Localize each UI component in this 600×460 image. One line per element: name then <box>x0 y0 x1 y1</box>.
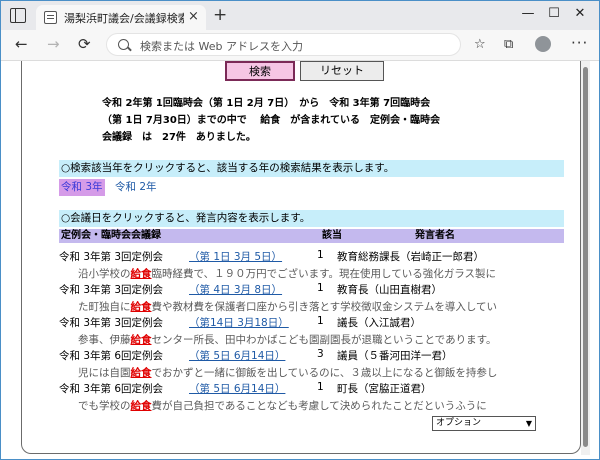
snippet-pre: た町独自に <box>78 301 131 313</box>
meeting-date-link[interactable]: （第 4日 3月 8日） <box>189 282 282 297</box>
refresh-icon[interactable]: ⟳ <box>78 35 91 53</box>
snippet-pre: でも学校の <box>78 400 131 412</box>
meeting-name: 令和 3年第 6回定例会 <box>59 350 164 362</box>
result-snippet: た町独自に給食費や教材費を保護者口座から引き落とす学校徴収金システムを導入してい <box>78 299 564 314</box>
header-applicable: 該当 <box>322 230 342 241</box>
hit-count: 3 <box>317 348 324 360</box>
new-tab-icon[interactable]: + <box>213 6 227 24</box>
summary-line-3: 会議録 は 27件 ありました。 <box>102 132 256 143</box>
speaker-name: 町長（宮脇正道君） <box>337 383 432 395</box>
result-snippet: 沿小学校の給食臨時経費で、１９０万円でございます。現在使用している強化ガラス製に <box>78 266 564 281</box>
page-content: 検索 リセット 令和 2年第 1回臨時会（第 1日 2月 7日） から 令和 3… <box>21 61 581 454</box>
speaker-name: 教育長（山田直樹君） <box>337 284 442 296</box>
speaker-name: 議員（５番河田洋一君） <box>337 350 453 362</box>
browser-toolbar: ← → ⟳ 検索または Web アドレスを入力 ☆ ⧉ ··· <box>1 30 599 61</box>
page-favicon-icon <box>44 11 57 24</box>
browser-window: 湯梨浜町議会/会議録検索システム × + —☐✕ ← → ⟳ 検索または Web… <box>0 0 600 460</box>
collections-icon[interactable]: ⧉ <box>504 37 513 52</box>
meeting-date-link[interactable]: （第 5日 6月14日） <box>189 348 285 363</box>
profile-avatar[interactable] <box>535 36 551 52</box>
meeting-date-link[interactable]: （第 1日 3月 5日） <box>189 249 282 264</box>
keyword-highlight: 給食 <box>130 367 152 379</box>
meeting-date-link[interactable]: （第 5日 6月14日） <box>189 381 285 396</box>
meeting-date-link[interactable]: （第14日 3月18日） <box>189 315 289 330</box>
tab-actions-icon[interactable] <box>10 8 26 23</box>
back-icon[interactable]: ← <box>15 35 28 53</box>
keyword-highlight: 給食 <box>130 334 152 346</box>
year-link-reiwa3[interactable]: 令和 3年 <box>59 179 105 196</box>
year-instruction: ○検索該当年をクリックすると、該当する年の検索結果を表示します。 <box>59 160 564 177</box>
keyword-highlight: 給食 <box>130 400 152 412</box>
snippet-post: 臨時経費で、１９０万円でございます。現在使用している強化ガラス製に <box>151 268 497 280</box>
hit-count: 1 <box>317 315 324 327</box>
snippet-post: センター所長、田中わかばこども園副園長が退職ということであります。 <box>151 334 497 346</box>
hit-count: 1 <box>317 381 324 393</box>
summary-line-1: 令和 2年第 1回臨時会（第 1日 2月 7日） から 令和 3年第 7回臨時会 <box>102 98 431 109</box>
tab-title: 湯梨浜町議会/会議録検索システム <box>64 12 184 25</box>
header-meeting: 定例会・臨時会会議録 <box>61 230 161 241</box>
tab-strip: 湯梨浜町議会/会議録検索システム × + —☐✕ <box>1 1 599 30</box>
menu-icon[interactable]: ··· <box>571 34 588 52</box>
keyword-highlight: 給食 <box>130 268 152 280</box>
meeting-name: 令和 3年第 3回定例会 <box>59 251 164 263</box>
snippet-pre: 沿小学校の <box>78 268 131 280</box>
tab-close-icon[interactable]: × <box>188 9 199 24</box>
maximize-icon[interactable]: ☐ <box>541 6 567 21</box>
result-snippet: 児には自園給食でおかずと一緒に御飯を出しているのに、３歳以上になると御飯を持参し <box>78 365 564 380</box>
day-instruction: ○会議日をクリックすると、発言内容を表示します。 <box>59 210 564 227</box>
snippet-pre: 参事、伊藤 <box>78 334 131 346</box>
address-bar[interactable]: 検索または Web アドレスを入力 <box>106 33 461 56</box>
meeting-name: 令和 3年第 3回定例会 <box>59 317 164 329</box>
summary-line-2: （第 1日 7月30日）までの中で 給食 が含まれている 定例会・臨時会 <box>102 115 440 126</box>
result-snippet: 参事、伊藤給食センター所長、田中わかばこども園副園長が退職ということであります。 <box>78 332 564 347</box>
snippet-post: 費や教材費を保護者口座から引き落とす学校徴収金システムを導入してい <box>151 301 498 313</box>
speaker-name: 議長（入江誠君） <box>337 317 421 329</box>
chevron-down-icon: ▼ <box>525 419 532 428</box>
meeting-name: 令和 3年第 6回定例会 <box>59 383 164 395</box>
search-icon <box>118 39 129 50</box>
hit-count: 1 <box>317 249 324 261</box>
forward-icon[interactable]: → <box>47 35 60 53</box>
snippet-post: 費が自己負担であることなども考慮して決められたことだというふうに <box>151 400 487 412</box>
minimize-icon[interactable]: — <box>515 6 541 21</box>
result-snippet: でも学校の給食費が自己負担であることなども考慮して決められたことだというふうに <box>78 398 564 413</box>
reset-button[interactable]: リセット <box>300 61 384 81</box>
hit-count: 1 <box>317 282 324 294</box>
meeting-name: 令和 3年第 3回定例会 <box>59 284 164 296</box>
results-header: 定例会・臨時会会議録 該当 発言者名 <box>59 229 564 243</box>
option-select-value: オプション <box>436 418 482 428</box>
address-placeholder: 検索または Web アドレスを入力 <box>140 40 303 53</box>
window-controls: — ☐ ✕ <box>515 6 593 21</box>
year-link-reiwa2[interactable]: 令和 2年 <box>113 179 159 196</box>
snippet-post: でおかずと一緒に御飯を出しているのに、３歳以上になると御飯を持参し <box>151 367 498 379</box>
active-tab[interactable]: 湯梨浜町議会/会議録検索システム × <box>36 5 206 30</box>
option-select[interactable]: オプション ▼ <box>432 416 536 431</box>
scrollbar-thumb[interactable] <box>583 67 588 447</box>
snippet-pre: 児には自園 <box>78 367 131 379</box>
favorites-icon[interactable]: ☆ <box>474 37 486 52</box>
header-speaker: 発言者名 <box>415 230 455 241</box>
close-window-icon[interactable]: ✕ <box>567 6 593 21</box>
keyword-highlight: 給食 <box>130 301 152 313</box>
page-scrollbar[interactable] <box>581 61 590 455</box>
search-button[interactable]: 検索 <box>225 61 295 81</box>
speaker-name: 教育総務課長（岩崎正一郎君） <box>337 251 484 263</box>
